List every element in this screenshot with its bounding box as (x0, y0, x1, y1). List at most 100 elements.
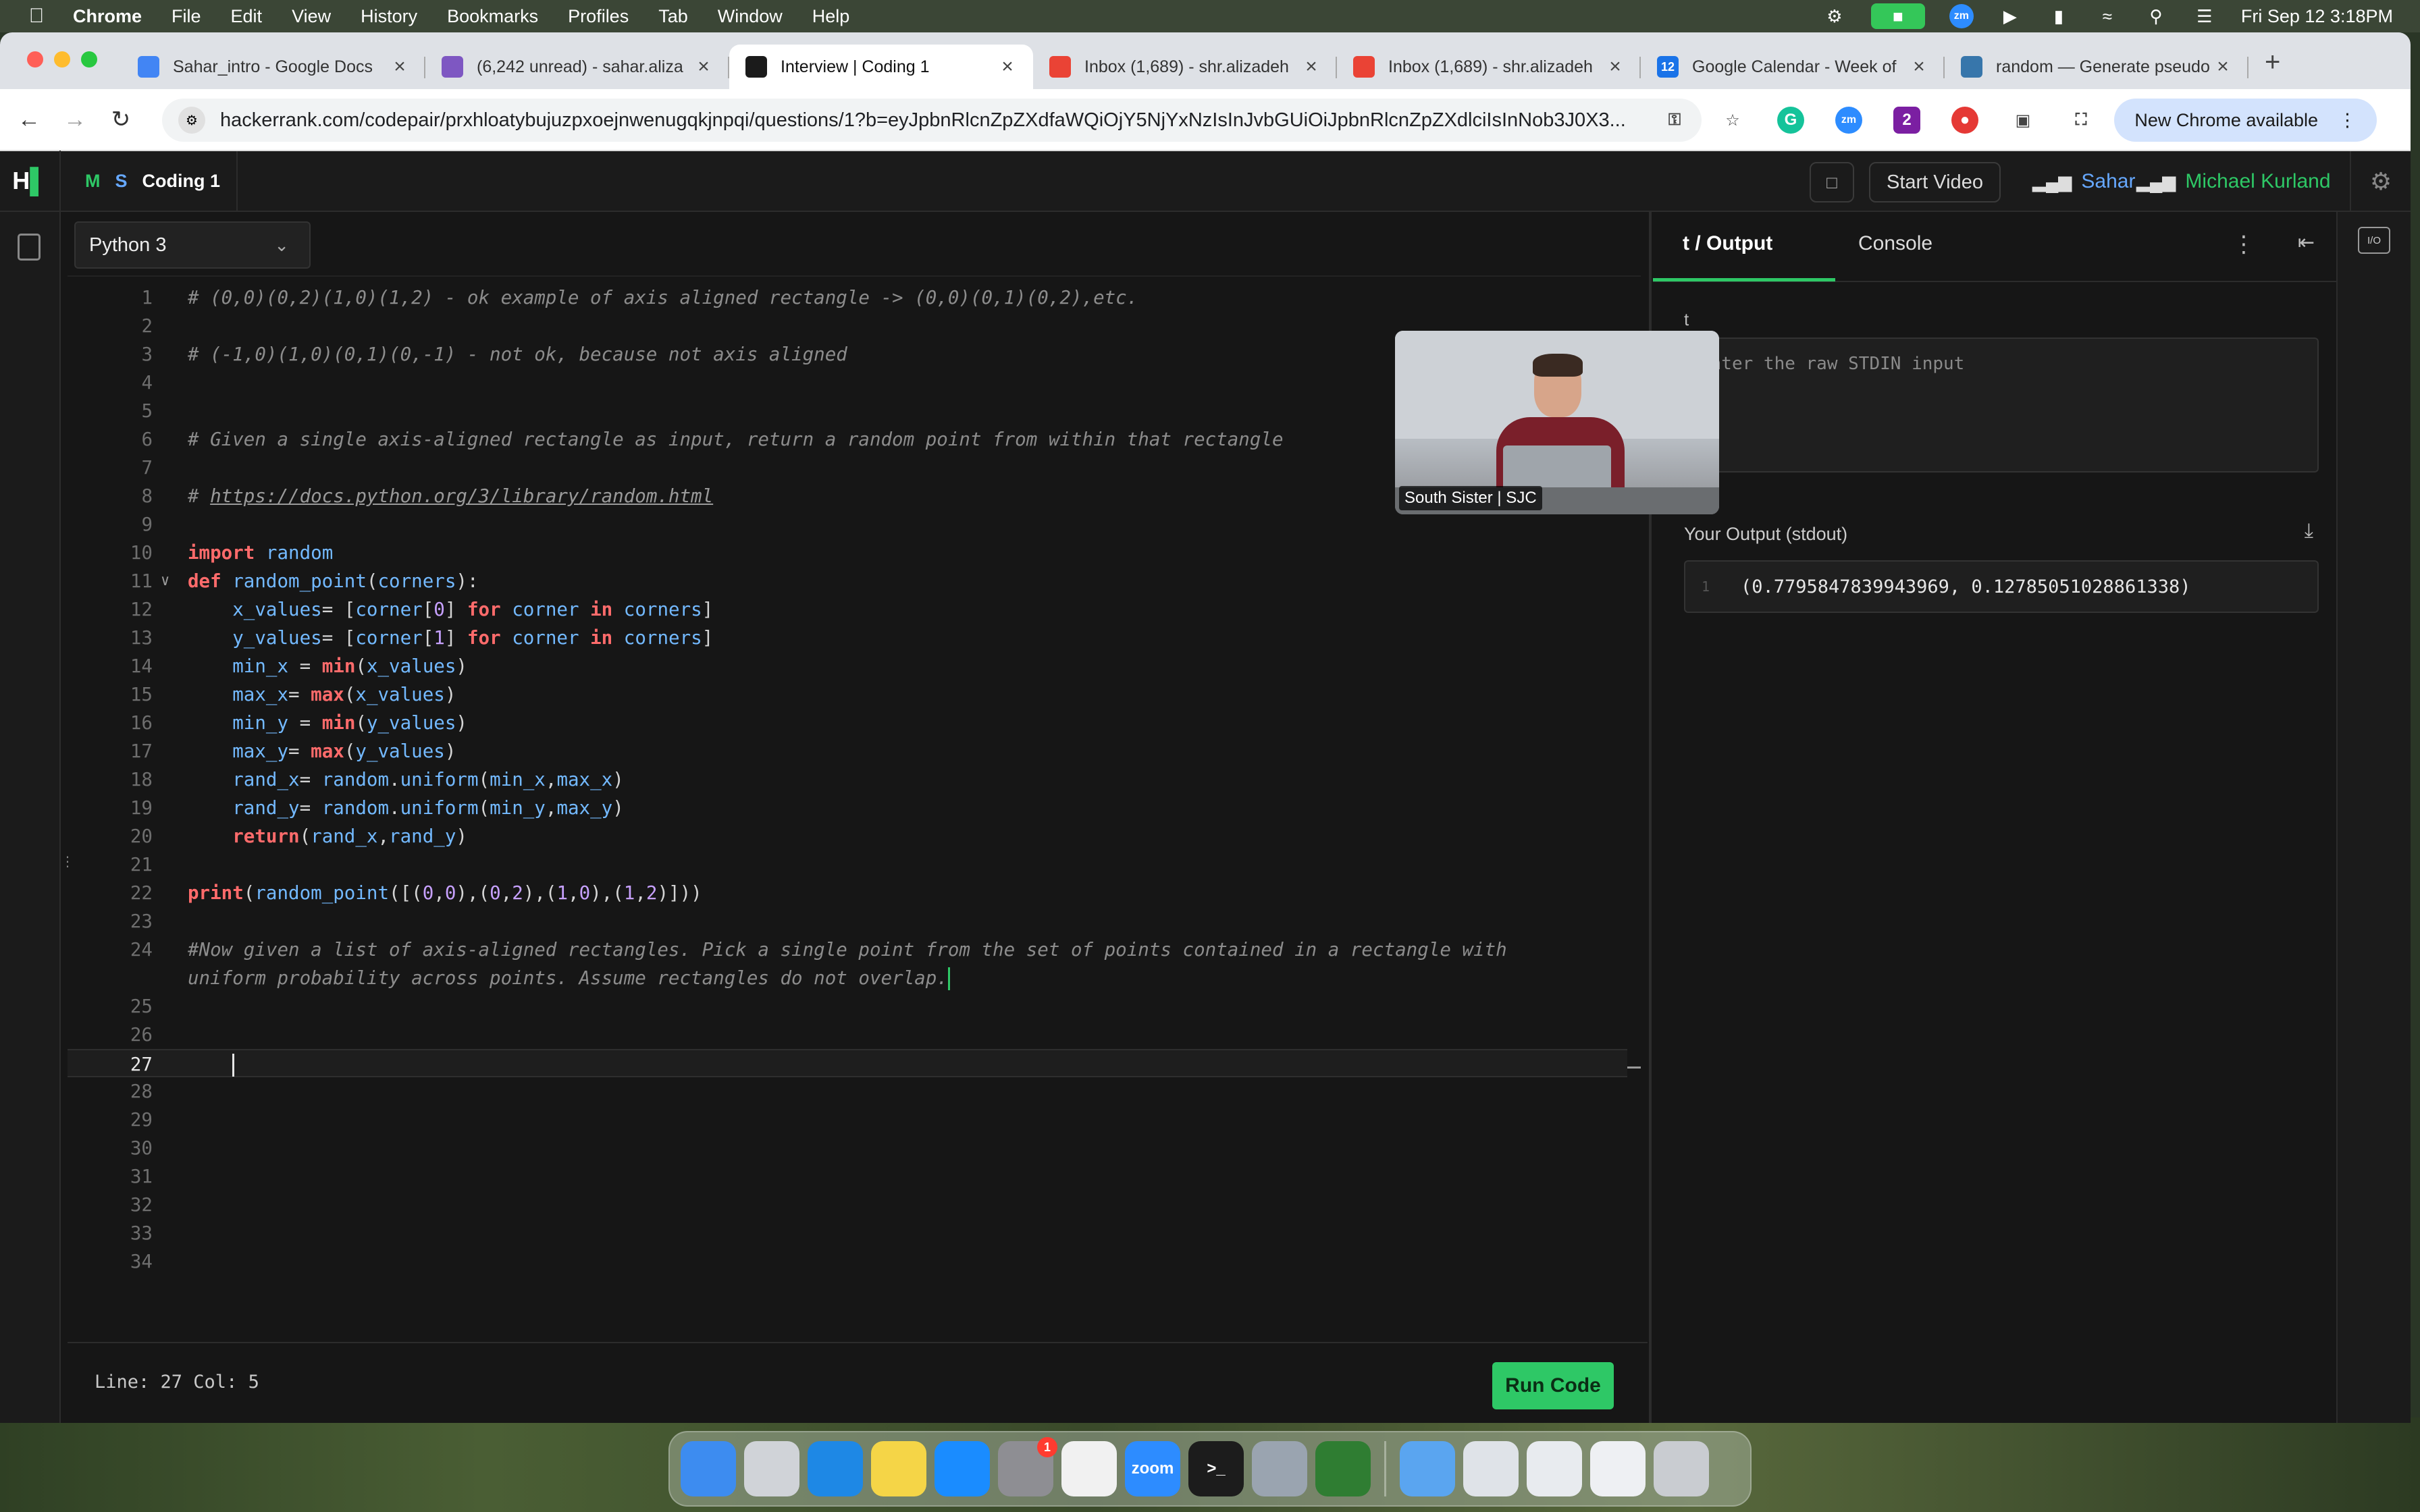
url-text[interactable]: hackerrank.com/codepair/prxhloatybujuzpx… (220, 109, 1679, 132)
menu-tab[interactable]: Tab (658, 6, 688, 27)
close-tab-icon[interactable]: × (1302, 55, 1321, 78)
preview-icon[interactable] (1252, 1441, 1307, 1496)
code-line[interactable]: 22 print(random_point([(0,0),(0,2),(1,0),… (68, 879, 1627, 907)
left-resize-handle[interactable]: ⋮ (61, 853, 74, 870)
code-line[interactable]: 12 x_values= [corner[0] for corner in co… (68, 595, 1627, 624)
bookmark-star-icon[interactable]: ☆ (1719, 107, 1746, 134)
code-line[interactable]: 9 (68, 510, 1627, 539)
wifi-icon[interactable]: ≈ (2095, 5, 2120, 27)
downloads-folder-icon[interactable] (1400, 1441, 1455, 1496)
question-document-icon[interactable] (18, 234, 41, 261)
code-line[interactable]: 19 rand_y= random.uniform(min_y,max_y) (68, 794, 1627, 822)
code-line[interactable]: 17 max_y= max(y_values) (68, 737, 1627, 765)
screenshot-1-icon[interactable] (1463, 1441, 1519, 1496)
record-extension-icon[interactable]: ● (1951, 107, 1978, 134)
camera-in-use-icon[interactable]: ■ (1870, 3, 1925, 29)
gear-status-icon[interactable]: ⚙ (1822, 5, 1847, 27)
code-line[interactable]: 18 rand_x= random.uniform(min_x,max_x) (68, 765, 1627, 794)
close-tab-icon[interactable]: × (390, 55, 409, 78)
activity-icon[interactable] (1315, 1441, 1371, 1496)
code-line[interactable]: 2 (68, 312, 1627, 340)
launchpad-icon[interactable] (744, 1441, 799, 1496)
safari-icon[interactable] (808, 1441, 863, 1496)
code-line[interactable]: 11 ∨ def random_point(corners): (68, 567, 1627, 595)
close-tab-icon[interactable]: × (998, 55, 1017, 78)
tab-input-output[interactable]: t / Output (1683, 232, 1772, 255)
collapse-panel-icon[interactable]: ⇤ (2298, 231, 2315, 254)
app-store-icon[interactable] (935, 1441, 990, 1496)
code-line[interactable]: 7 (68, 454, 1627, 482)
new-chrome-available-button[interactable]: New Chrome available ⋮ (2114, 99, 2377, 142)
browser-tab[interactable]: 12 Google Calendar - Week of × (1641, 45, 1945, 89)
code-line[interactable]: 24 #Now given a list of axis-aligned rect… (68, 936, 1627, 964)
maximize-window-button[interactable] (81, 51, 97, 68)
terminal-icon[interactable]: >_ (1188, 1441, 1244, 1496)
code-line[interactable]: 27 (68, 1049, 1627, 1077)
chrome-icon[interactable] (1061, 1441, 1117, 1496)
zoom-icon[interactable]: zoom (1125, 1441, 1180, 1496)
site-info-icon[interactable]: ⚙ (178, 107, 205, 134)
notes-icon[interactable] (871, 1441, 926, 1496)
code-line[interactable]: 28 (68, 1077, 1627, 1106)
code-line[interactable]: 33 (68, 1219, 1627, 1247)
code-line[interactable]: 5 (68, 397, 1627, 425)
participant-sahar[interactable]: ▂▄▆ Sahar (2032, 151, 2135, 212)
apple-icon[interactable]:  (27, 5, 46, 28)
battery-icon[interactable]: ▮ (2047, 5, 2071, 27)
new-tab-button[interactable]: + (2265, 47, 2280, 89)
code-line[interactable]: uniform probability across points. Assum… (68, 964, 1627, 992)
code-line[interactable]: 34 (68, 1247, 1627, 1276)
browser-tab[interactable]: (6,242 unread) - sahar.aliza × (425, 45, 729, 89)
menu-file[interactable]: File (172, 6, 201, 27)
close-tab-icon[interactable]: × (1910, 55, 1928, 78)
play-status-icon[interactable]: ▶ (1998, 5, 2022, 27)
browser-tab[interactable]: Interview | Coding 1 × (729, 45, 1033, 89)
code-line[interactable]: 4 (68, 369, 1627, 397)
menu-bookmarks[interactable]: Bookmarks (447, 6, 538, 27)
code-line[interactable]: 1 # (0,0)(0,2)(1,0)(1,2) - ok example of … (68, 284, 1627, 312)
code-line[interactable]: 10 import random (68, 539, 1627, 567)
spotlight-search-icon[interactable]: ⚲ (2144, 5, 2168, 27)
tab-search-icon[interactable]: ⛶ (2068, 107, 2095, 134)
participant-michael[interactable]: ▂▄▆ Michael Kurland (2136, 151, 2331, 212)
trash-icon[interactable] (1654, 1441, 1709, 1496)
control-center-icon[interactable]: ☰ (2192, 5, 2217, 27)
chat-icon[interactable]: □ (1810, 162, 1854, 202)
menu-profiles[interactable]: Profiles (568, 6, 629, 27)
code-line[interactable]: 29 (68, 1106, 1627, 1134)
menu-window[interactable]: Window (718, 6, 783, 27)
menu-history[interactable]: History (361, 6, 417, 27)
browser-tab[interactable]: Sahar_intro - Google Docs × (122, 45, 425, 89)
code-line[interactable]: 13 y_values= [corner[1] for corner in co… (68, 624, 1627, 652)
browser-tab[interactable]: Inbox (1,689) - shr.alizadeh × (1337, 45, 1641, 89)
tab-console[interactable]: Console (1858, 232, 1932, 255)
forward-icon[interactable]: → (58, 107, 92, 133)
reload-icon[interactable]: ↻ (104, 106, 138, 133)
extension-icon[interactable]: 2 (1893, 107, 1920, 134)
minimize-window-button[interactable] (54, 51, 70, 68)
hackerrank-logo[interactable]: H ▌ (0, 151, 61, 211)
browser-tab[interactable]: random — Generate pseudo × (1945, 45, 2248, 89)
password-key-icon[interactable]: ⚿ (1661, 107, 1688, 134)
close-tab-icon[interactable]: × (2213, 55, 2232, 78)
code-line[interactable]: 16 min_y = min(y_values) (68, 709, 1627, 737)
code-line[interactable]: 21 (68, 850, 1627, 879)
code-line[interactable]: 6 # Given a single axis-aligned rectangle… (68, 425, 1627, 454)
fold-chevron-icon[interactable]: ∨ (161, 567, 169, 595)
menubar-clock[interactable]: Fri Sep 12 3:18PM (2241, 6, 2393, 27)
run-code-button[interactable]: Run Code (1492, 1362, 1614, 1409)
code-line[interactable]: 26 (68, 1021, 1627, 1049)
settings-gear-icon[interactable]: ⚙ (2350, 151, 2411, 212)
io-panel-icon[interactable]: I/O (2358, 227, 2390, 254)
code-line[interactable]: 20 return(rand_x,rand_y) (68, 822, 1627, 850)
menu-help[interactable]: Help (812, 6, 850, 27)
puzzle-extensions-icon[interactable]: ▣ (2009, 107, 2036, 134)
code-line[interactable]: 31 (68, 1162, 1627, 1191)
finder-icon[interactable] (681, 1441, 736, 1496)
menu-app-name[interactable]: Chrome (73, 6, 142, 27)
code-line[interactable]: 25 (68, 992, 1627, 1021)
address-bar[interactable]: ⚙ hackerrank.com/codepair/prxhloatybujuz… (162, 99, 1702, 142)
code-line[interactable]: 14 min_x = min(x_values) (68, 652, 1627, 680)
back-icon[interactable]: ← (12, 107, 46, 133)
more-menu-icon[interactable]: ⋮ (2338, 110, 2357, 131)
